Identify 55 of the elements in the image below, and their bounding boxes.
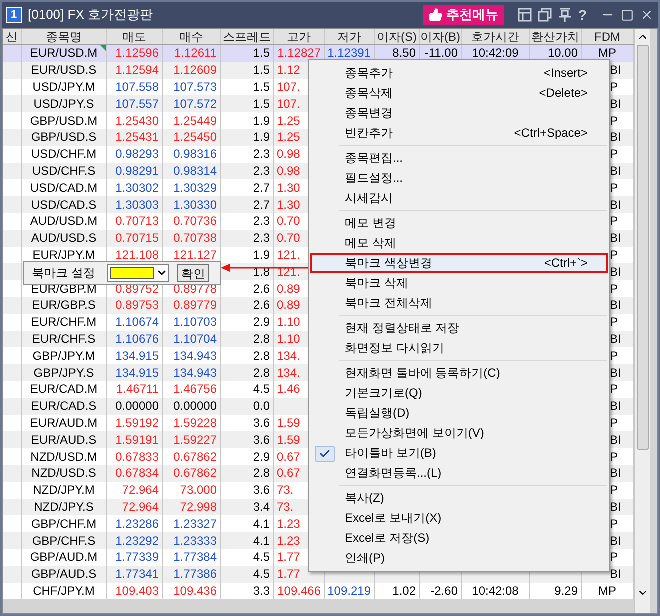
price-text: 1.46711 — [116, 381, 159, 398]
table-cell: 109.436 — [163, 582, 221, 600]
price-text: 0.67834 — [116, 465, 159, 482]
price-text: 72.964 — [122, 498, 159, 516]
price-text: 0.98291 — [116, 162, 159, 180]
price-text: 121.108 — [116, 246, 159, 264]
table-cell: CHF/JPY.M — [22, 582, 107, 600]
price-text: 1.59192 — [116, 414, 159, 432]
table-cell: 109.219 — [325, 582, 375, 600]
price-text: 107.558 — [116, 79, 159, 96]
price-text: 1.12596 — [116, 45, 159, 62]
price-text: 72.964 — [122, 482, 159, 500]
price-text: 0.00000 — [116, 398, 159, 416]
table-cell: 3.3 — [221, 582, 274, 600]
price-text: 0.98293 — [116, 146, 159, 164]
price-text: 0.89752 — [116, 280, 159, 298]
column-header: 신 — [3, 29, 22, 44]
bookmark-label: 북마크 설정 — [32, 265, 96, 282]
price-text: 109.403 — [116, 582, 159, 600]
price-text: 0.67833 — [116, 448, 159, 466]
table-cell: 1.02 — [375, 582, 420, 600]
price-text: 134.915 — [116, 364, 159, 382]
price-text: 1.59191 — [116, 432, 159, 449]
price-text: 1.77339 — [116, 549, 159, 566]
column-header: 환산가치 — [530, 29, 582, 44]
column-header: 고가 — [274, 29, 325, 44]
table-cell: -2.60 — [420, 582, 462, 600]
column-header: 호가시간 — [462, 29, 530, 44]
price-text: 1.30302 — [116, 180, 159, 197]
column-header: 이자(B) — [420, 29, 462, 44]
window-number: 1 — [6, 7, 22, 23]
column-header: 이자(S) — [375, 29, 420, 44]
price-text: 0.89753 — [116, 297, 159, 314]
price-text: 1.30303 — [116, 196, 159, 214]
column-header: 종목명 — [22, 29, 107, 44]
table-cell: 10:42:08 — [462, 582, 530, 600]
table-cell: 9.29 — [530, 582, 582, 600]
price-text: 107.557 — [116, 96, 159, 113]
window-title: [0100] FX 호가전광판 — [28, 6, 153, 24]
price-text: 1.12594 — [116, 62, 159, 80]
table-cell: 109.466 — [274, 582, 325, 600]
price-text: 0.70715 — [116, 230, 159, 248]
column-header: 저가 — [325, 29, 375, 44]
price-text: 1.25431 — [116, 129, 159, 146]
price-text: 1.25430 — [116, 112, 159, 130]
price-text: 0.70713 — [116, 213, 159, 230]
price-text: 134.915 — [116, 348, 159, 365]
column-header: 매도 — [107, 29, 163, 44]
column-header: 매수 — [163, 29, 221, 44]
price-text: 1.23292 — [116, 532, 159, 550]
price-text: 1.10676 — [116, 330, 159, 348]
price-text: 1.77341 — [116, 566, 159, 584]
column-header: 스프레드 — [221, 29, 274, 44]
price-text: 1.10674 — [116, 314, 159, 332]
price-text: 1.23286 — [116, 516, 159, 533]
